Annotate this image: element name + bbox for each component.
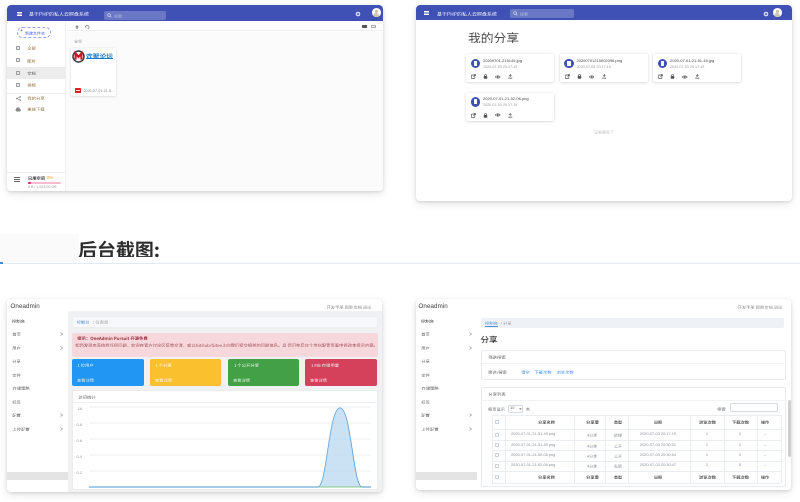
svg-text:0.2: 0.2 — [76, 470, 82, 475]
svg-text:0.4: 0.4 — [76, 454, 82, 459]
svg-text:0.6: 0.6 — [76, 438, 82, 443]
svg-text:0.8: 0.8 — [76, 422, 82, 427]
svg-text:1k: 1k — [78, 406, 82, 411]
